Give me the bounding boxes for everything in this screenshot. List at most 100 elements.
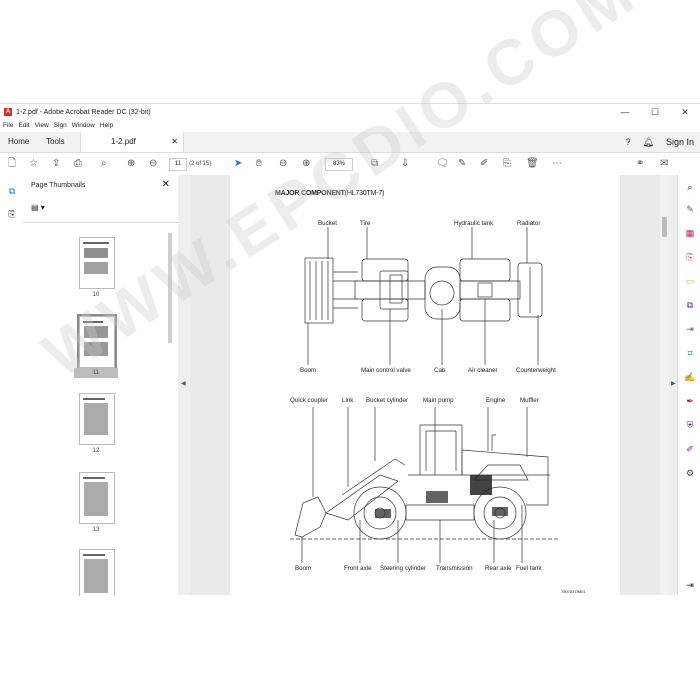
collapse-left-icon[interactable]: ◀ [181,380,186,387]
label-link: Link [342,397,354,404]
thumbnail-label-12: 12 [92,448,100,454]
email-icon[interactable]: ✉ [660,157,668,171]
select-cursor-icon[interactable]: ➤ [234,157,242,171]
label-quick-coupler: Quick coupler [290,397,328,404]
menu-bar: File Edit View Sign Window Help [0,120,118,132]
label-boom-top: Boom [300,367,317,374]
next-page-icon[interactable]: ⊖ [149,157,157,171]
top-bucket [304,257,334,324]
label-radiator: Radiator [517,220,541,227]
menu-help[interactable]: Help [100,120,113,132]
label-bucket-cylinder: Bucket cylinder [366,397,408,404]
stamp-icon[interactable]: ⎘ [503,157,511,171]
page-number-input[interactable]: 11 [169,158,187,171]
request-signature-icon[interactable]: ✒ [684,395,696,407]
bell-icon[interactable]: 🔔︎ [643,137,654,148]
hand-tool-icon[interactable]: ✋︎ [256,157,262,171]
tab-document[interactable]: 1-2.pdf ✕ [80,132,184,152]
draw-icon[interactable]: ✐ [480,157,488,171]
scan-ocr-icon[interactable]: ⌗ [684,347,696,359]
collapse-rail-icon[interactable]: ⇥ [684,579,696,591]
search-icon[interactable]: ⌕ [101,157,107,171]
label-main-pump: Main pump [423,397,454,404]
document-vertical-scrollbar[interactable] [660,175,669,595]
delete-icon[interactable]: 🗑︎ [526,157,539,171]
window-controls: — ☐ ✕ [610,104,700,120]
right-panel-splitter[interactable]: ▶ [669,175,677,595]
panel-divider [23,222,178,223]
menu-window[interactable]: Window [72,120,95,132]
zoom-level-select[interactable]: 83% [325,158,353,171]
more-tools-rail-icon[interactable]: ⚙ [684,467,696,479]
combine-files-icon[interactable]: ⧉ [684,299,696,311]
prepare-form-icon[interactable]: ✐ [684,443,696,455]
panel-splitter[interactable]: ◀ [178,175,190,595]
thumbnail-page-14[interactable] [79,549,115,596]
document-viewport: MAJOR COMPONENT(HL730TM-7) Bucket Tire H… [190,175,660,595]
tab-tools[interactable]: Tools [38,132,73,152]
page-fit-icon[interactable]: ⧉ [371,157,378,171]
comment-tool-icon[interactable]: ▭ [684,275,696,287]
scroll-mode-icon[interactable]: ⇩ [401,157,409,171]
organize-pages-icon[interactable]: ▦ [684,227,696,239]
search-tool-icon[interactable]: ⌕ [684,181,696,193]
thumbnail-page-12[interactable] [79,393,115,445]
protect-icon[interactable]: ⛨ [684,419,696,431]
menu-file[interactable]: File [3,120,13,132]
page-thumbnails-panel: Page Thumbnails ✕ ▤ ▾ 10 11 12 13 [23,175,179,596]
scrollbar-thumb[interactable] [662,217,667,237]
export-pdf-icon[interactable]: ⇥ [684,323,696,335]
label-fuel-tank: Fuel tank [516,565,542,572]
page-count: (2 of 15) [189,161,212,167]
zoom-out-icon[interactable]: ⊖ [279,157,287,171]
upload-icon[interactable]: ⇪ [52,157,60,171]
right-tools-rail: ⌕ ✎ ▦ ⎘ ▭ ⧉ ⇥ ⌗ ✍ ✒ ⛨ ✐ ⚙ ⇥ [677,175,700,595]
bookmark-star-icon[interactable]: ☆ [29,157,38,171]
thumbnail-scrollbar[interactable] [168,233,172,343]
label-muffler: Muffler [520,397,539,404]
share-link-icon[interactable]: ⚭ [636,157,644,171]
expand-right-icon[interactable]: ▶ [671,380,676,387]
help-icon[interactable]: ? [626,137,631,147]
thumbnail-page-11[interactable] [77,314,117,370]
label-front-axle: Front axle [344,565,372,572]
create-pdf-tool-icon[interactable]: ⎘ [684,251,696,263]
thumbnail-label-10: 10 [92,292,100,298]
create-pdf-icon[interactable]: 🗋︎ [8,157,16,171]
zoom-in-icon[interactable]: ⊕ [302,157,310,171]
maximize-button[interactable]: ☐ [640,104,670,120]
tab-document-label: 1-2.pdf [111,137,136,146]
minimize-button[interactable]: — [610,104,640,120]
menu-edit[interactable]: Edit [18,120,29,132]
label-air-cleaner: Air cleaner [468,367,498,374]
thumbnail-options-icon[interactable]: ▤ ▾ [31,203,45,212]
close-tab-icon[interactable]: ✕ [171,132,178,152]
sign-in-button[interactable]: Sign In [666,137,694,147]
highlight-pen-icon[interactable]: ✎ [458,157,466,171]
thumbnail-label-11: 11 [92,370,100,376]
label-rear-axle: Rear axle [485,565,512,572]
tab-home[interactable]: Home [0,132,37,152]
page-thumbnails-icon[interactable]: ⧉ [6,185,18,197]
menu-sign[interactable]: Sign [54,120,67,132]
thumbnail-page-10[interactable] [79,237,115,289]
close-window-button[interactable]: ✕ [670,104,700,120]
close-panel-icon[interactable]: ✕ [162,179,170,190]
label-cab: Cab [434,367,446,374]
label-bucket: Bucket [318,220,337,227]
left-nav-rail: ⧉ ⎘ [0,175,24,595]
tab-bar: Home Tools 1-2.pdf ✕ ? 🔔︎ Sign In [0,132,700,153]
header-right: ? 🔔︎ Sign In [626,132,694,152]
figure-code: 7807ATOM01 [561,589,586,594]
fill-sign-icon[interactable]: ✍ [684,371,696,383]
thumbnail-page-13[interactable] [79,472,115,524]
comment-icon[interactable]: 🗨︎ [436,157,449,171]
menu-view[interactable]: View [35,120,49,132]
label-tire: Tire [360,220,371,227]
label-transmission: Transmission [436,565,473,572]
print-icon[interactable]: ⎙ [74,157,82,171]
edit-pdf-icon[interactable]: ✎ [684,203,696,215]
previous-page-icon[interactable]: ⊕ [127,157,135,171]
attachments-icon[interactable]: ⎘ [6,208,18,220]
more-tools-icon[interactable]: ⋯ [552,157,562,171]
